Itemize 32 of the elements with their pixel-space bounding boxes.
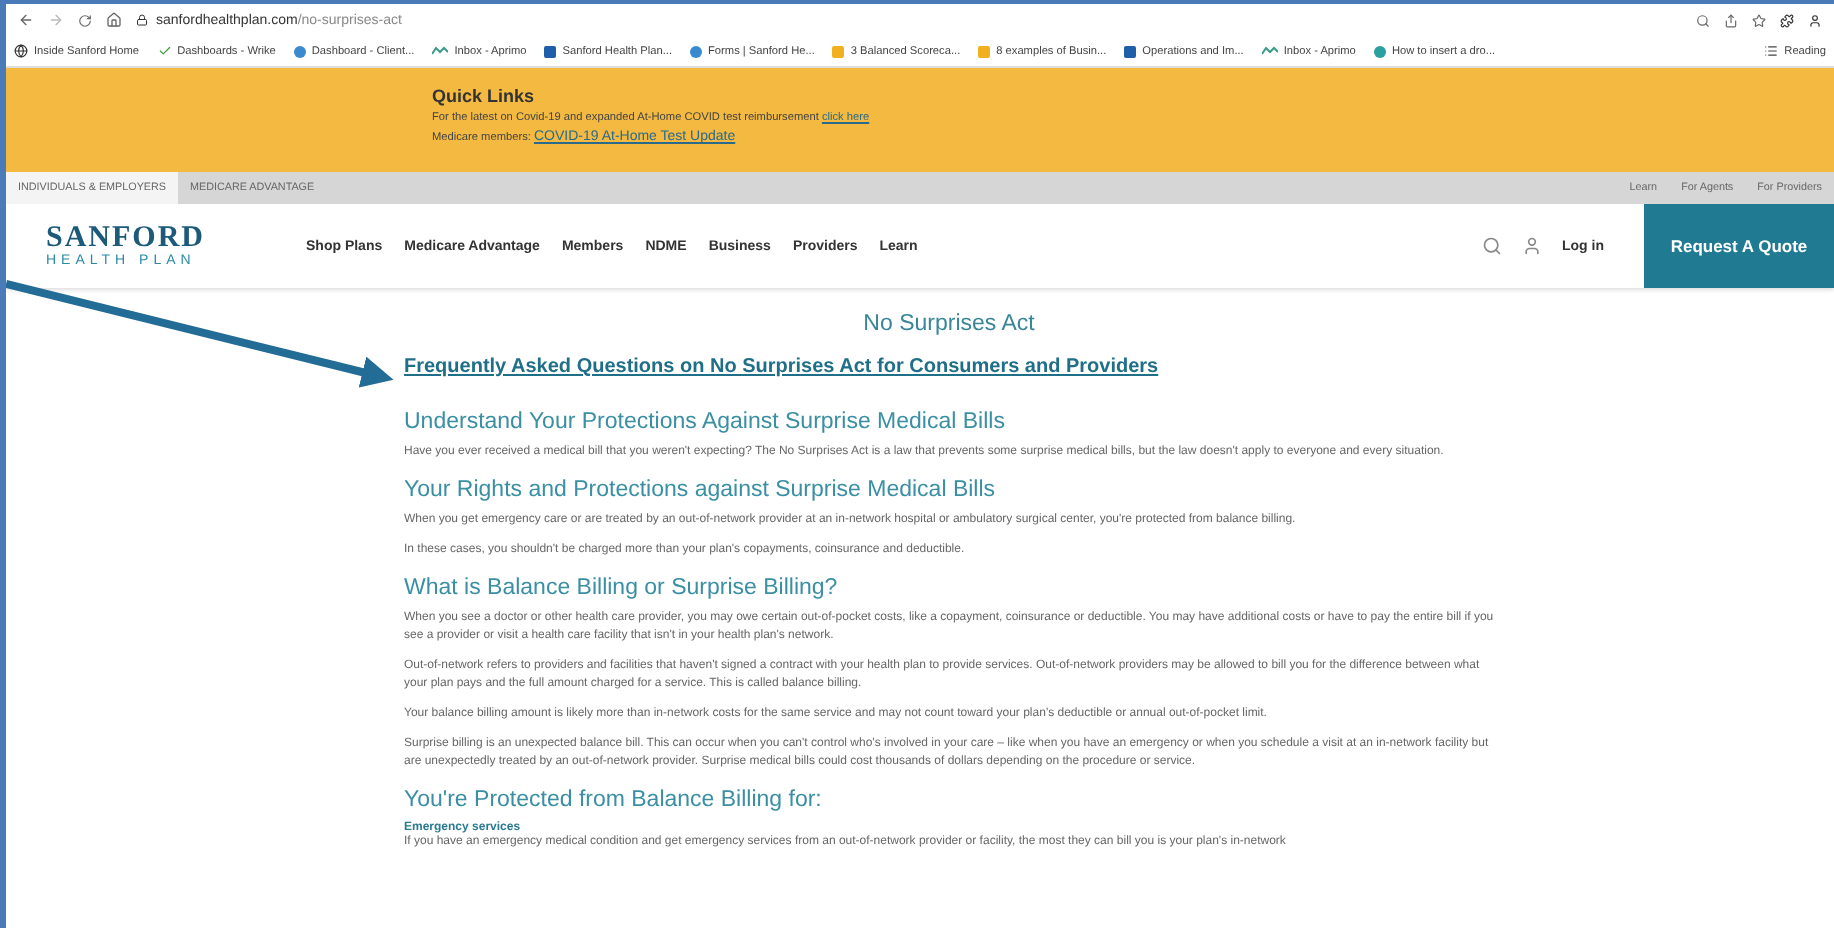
document-icon	[832, 45, 845, 57]
section-heading: Understand Your Protections Against Surprise Medical Bills	[404, 410, 1007, 434]
reload-icon[interactable]	[78, 13, 92, 27]
app-icon	[544, 45, 557, 57]
logo-wordmark[interactable]: SANFORD	[46, 224, 306, 254]
app-icon	[1124, 45, 1137, 57]
wave-icon	[432, 46, 449, 56]
document-icon	[978, 45, 991, 57]
user-icon[interactable]	[1522, 236, 1542, 256]
wave-icon	[1261, 46, 1278, 56]
section-heading: Your Rights and Protections against Surprise Medical Bills	[404, 478, 998, 502]
search-icon[interactable]	[1696, 13, 1710, 27]
lock-icon	[136, 14, 148, 26]
home-icon[interactable]	[106, 12, 122, 28]
profile-icon[interactable]	[1808, 13, 1822, 27]
search-icon[interactable]	[1482, 236, 1502, 256]
puzzle-icon[interactable]	[1780, 13, 1794, 27]
section-heading: What is Balance Billing or Surprise Billing?	[404, 576, 840, 600]
faq-link[interactable]: Frequently Asked Questions on No Surprises Act for Consumers and Providers	[404, 356, 1159, 378]
app-icon	[690, 45, 703, 57]
check-icon	[157, 44, 172, 58]
page-title: No Surprises Act	[861, 312, 1037, 336]
back-icon[interactable]	[18, 12, 34, 28]
list-icon	[1764, 44, 1779, 58]
request-quote-button[interactable]: Request A Quote	[1644, 204, 1834, 288]
star-icon[interactable]	[1752, 13, 1766, 27]
quick-links-title: Quick Links	[432, 86, 537, 106]
globe-icon	[14, 44, 28, 58]
section-heading: You're Protected from Balance Billing for:	[404, 788, 824, 812]
app-icon	[293, 45, 306, 57]
share-icon[interactable]	[1724, 13, 1738, 27]
app-icon	[1373, 45, 1386, 57]
